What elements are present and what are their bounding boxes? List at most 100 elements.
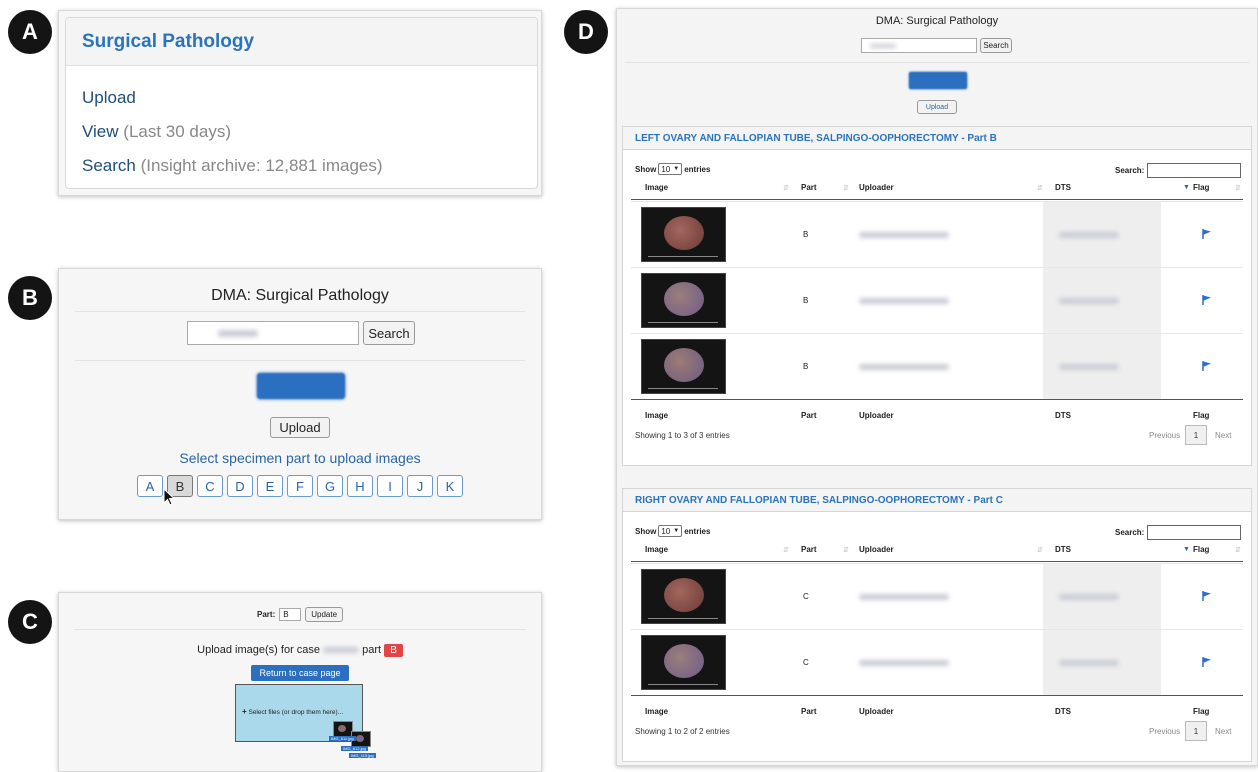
flag-icon[interactable] — [1201, 294, 1213, 306]
table-info: Showing 1 to 3 of 3 entries — [635, 431, 730, 440]
part-button-j[interactable]: J — [407, 475, 433, 497]
page-number-button[interactable]: 1 — [1185, 721, 1207, 741]
specimen-image-thumbnail[interactable] — [641, 207, 726, 262]
column-header-flag[interactable]: Flag — [1193, 183, 1209, 192]
drop-instruction: + Select files (or drop them here)... — [242, 707, 343, 716]
table-row[interactable]: B — [631, 201, 1243, 268]
section-title: RIGHT OVARY AND FALLOPIAN TUBE, SALPINGO… — [623, 489, 1251, 512]
footer-column-image: Image — [645, 411, 669, 420]
table-info: Showing 1 to 2 of 2 entries — [635, 727, 730, 736]
search-button[interactable]: Search — [363, 321, 415, 345]
plus-icon: + — [242, 707, 247, 716]
sort-icon[interactable]: ▼ — [1183, 184, 1190, 191]
sort-icon[interactable]: ⇵ — [843, 184, 849, 192]
select-part-instruction: Select specimen part to upload images — [179, 450, 421, 466]
case-search-input[interactable] — [187, 321, 359, 345]
column-header-flag[interactable]: Flag — [1193, 545, 1209, 554]
part-button-k[interactable]: K — [437, 475, 463, 497]
column-header-uploader[interactable]: Uploader — [859, 545, 894, 554]
part-button-c[interactable]: C — [197, 475, 223, 497]
next-page-button[interactable]: Next — [1215, 727, 1231, 736]
table-search-input[interactable] — [1147, 163, 1242, 178]
sort-icon[interactable]: ⇵ — [783, 184, 789, 192]
table-search-label: Search: — [1115, 166, 1145, 175]
table-row[interactable]: B — [631, 267, 1243, 334]
part-button-a[interactable]: A — [137, 475, 163, 497]
search-link[interactable]: Search (Insight archive: 12,881 images) — [82, 156, 383, 176]
page-title: DMA: Surgical Pathology — [875, 15, 999, 27]
sort-icon[interactable]: ⇵ — [1037, 546, 1043, 554]
upload-heading: Upload image(s) for case part B — [59, 644, 541, 657]
column-header-dts[interactable]: DTS — [1055, 545, 1071, 554]
column-header-image[interactable]: Image — [645, 545, 668, 554]
uploader-cell — [859, 594, 949, 600]
uploader-cell — [859, 364, 949, 370]
specimen-image-thumbnail[interactable] — [641, 569, 726, 624]
part-button-group: ABCDEFGHIJK — [59, 475, 541, 497]
footer-column-uploader: Uploader — [859, 707, 894, 716]
card-title[interactable]: Surgical Pathology — [82, 31, 254, 53]
part-button-e[interactable]: E — [257, 475, 283, 497]
flag-icon[interactable] — [1201, 360, 1213, 372]
specimen-image-thumbnail[interactable] — [641, 273, 726, 328]
previous-page-button[interactable]: Previous — [1149, 431, 1180, 440]
case-search-input[interactable] — [861, 38, 977, 53]
panel-c: Part: B Update Upload image(s) for case … — [58, 592, 542, 772]
table-search-input[interactable] — [1147, 525, 1242, 540]
case-number-button[interactable] — [257, 373, 345, 399]
table-row[interactable]: B — [631, 333, 1243, 400]
return-to-case-button[interactable]: Return to case page — [251, 665, 349, 681]
specimen-image-thumbnail[interactable] — [641, 635, 726, 690]
next-page-button[interactable]: Next — [1215, 431, 1231, 440]
upload-link-label[interactable]: Upload — [82, 88, 136, 107]
sort-icon[interactable]: ⇵ — [783, 546, 789, 554]
file-label: IMG_113.jpg — [349, 753, 376, 758]
part-button-d[interactable]: D — [227, 475, 253, 497]
search-link-label[interactable]: Search — [82, 156, 136, 175]
view-link[interactable]: View (Last 30 days) — [82, 122, 231, 142]
specimen-image-thumbnail[interactable] — [641, 339, 726, 394]
upload-button[interactable]: Upload — [917, 100, 957, 114]
part-cell: B — [803, 230, 809, 239]
update-button[interactable]: Update — [305, 607, 344, 622]
table-row[interactable]: C — [631, 629, 1243, 696]
part-button-h[interactable]: H — [347, 475, 373, 497]
part-label: Part: — [257, 610, 276, 619]
chevron-down-icon: ▼ — [673, 166, 680, 172]
footer-column-dts: DTS — [1055, 707, 1071, 716]
column-header-image[interactable]: Image — [645, 183, 668, 192]
column-header-part[interactable]: Part — [801, 183, 817, 192]
view-link-label[interactable]: View — [82, 122, 119, 141]
page-number-button[interactable]: 1 — [1185, 425, 1207, 445]
search-button[interactable]: Search — [980, 38, 1012, 53]
footer-column-part: Part — [801, 707, 817, 716]
part-button-g[interactable]: G — [317, 475, 343, 497]
mouse-cursor-icon — [163, 488, 175, 506]
flag-icon[interactable] — [1201, 656, 1213, 668]
part-button-f[interactable]: F — [287, 475, 313, 497]
sort-icon[interactable]: ⇵ — [1037, 184, 1043, 192]
case-number-button[interactable] — [909, 72, 967, 89]
table-row[interactable]: C — [631, 563, 1243, 630]
column-header-part[interactable]: Part — [801, 545, 817, 554]
upload-button[interactable]: Upload — [270, 417, 330, 438]
flag-icon[interactable] — [1201, 228, 1213, 240]
sort-icon[interactable]: ⇵ — [1235, 546, 1241, 554]
sort-icon[interactable]: ⇵ — [1235, 184, 1241, 192]
column-header-uploader[interactable]: Uploader — [859, 183, 894, 192]
upload-heading-mid: part — [362, 644, 382, 656]
entries-select[interactable]: 10 ▼ — [658, 525, 683, 537]
drop-text: Select files (or drop them here)... — [248, 709, 344, 716]
column-header-dts[interactable]: DTS — [1055, 183, 1071, 192]
upload-heading-prefix: Upload image(s) for case — [197, 644, 321, 656]
part-cell: C — [803, 592, 809, 601]
sort-icon[interactable]: ⇵ — [843, 546, 849, 554]
flag-icon[interactable] — [1201, 590, 1213, 602]
part-button-i[interactable]: I — [377, 475, 403, 497]
upload-link[interactable]: Upload — [82, 88, 136, 108]
previous-page-button[interactable]: Previous — [1149, 727, 1180, 736]
part-input[interactable]: B — [279, 608, 302, 621]
entries-select[interactable]: 10 ▼ — [658, 163, 683, 175]
sort-icon[interactable]: ▼ — [1183, 546, 1190, 553]
uploader-cell — [859, 232, 949, 238]
